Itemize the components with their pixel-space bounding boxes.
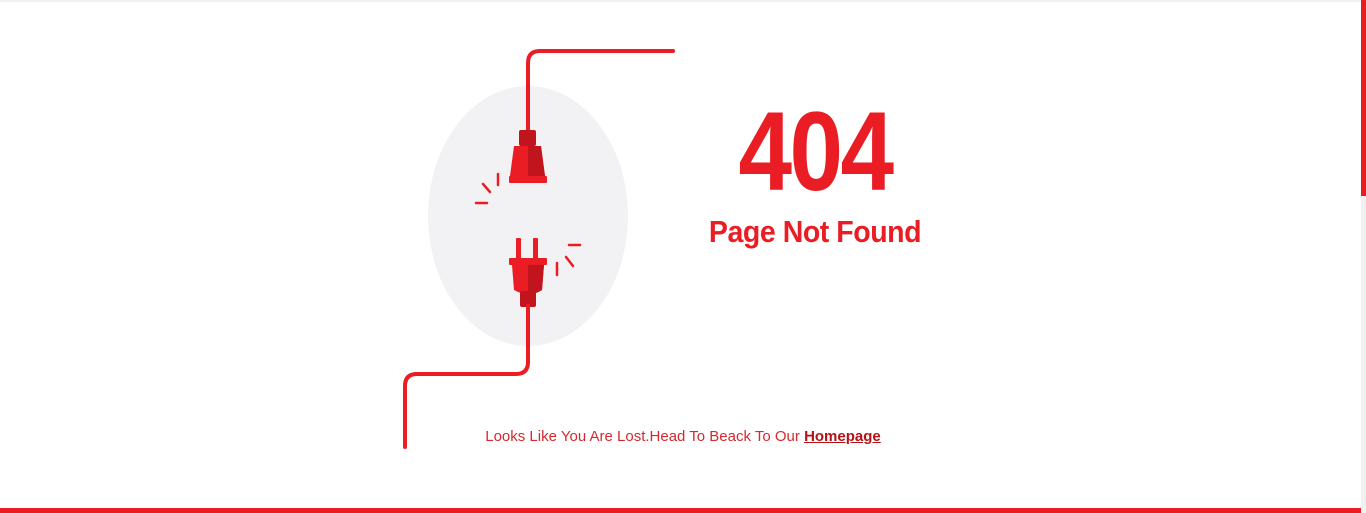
prong-right (533, 238, 538, 260)
bottom-accent-bar (0, 508, 1361, 513)
top-edge (0, 0, 1366, 2)
plug-top (509, 258, 547, 265)
unplugged-cable-icon (403, 49, 675, 449)
prong-left (516, 238, 521, 260)
error-code: 404 (738, 89, 895, 214)
lost-message: Looks Like You Are Lost.Head To Beack To… (440, 427, 926, 447)
scrollbar-thumb[interactable] (1361, 0, 1366, 196)
socket-base (509, 176, 547, 183)
lost-message-text: Looks Like You Are Lost.Head To Beack To… (485, 428, 805, 445)
homepage-link[interactable]: Homepage (804, 428, 881, 445)
scrollbar[interactable] (1361, 0, 1366, 513)
error-title: Page Not Found (708, 214, 922, 249)
socket-neck (519, 130, 536, 146)
